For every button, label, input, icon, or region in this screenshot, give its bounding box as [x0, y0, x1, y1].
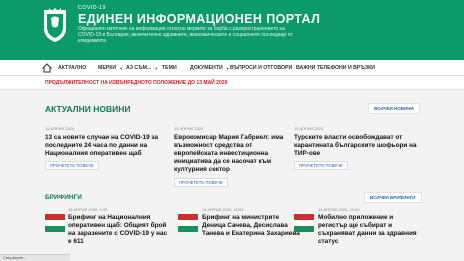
portal-title[interactable]: ЕДИНЕН ИНФОРМАЦИОНЕН ПОРТАЛ	[78, 12, 320, 26]
news-title[interactable]: Турските власти освобождават от карантин…	[294, 134, 422, 158]
nav-item-label: ДОКУМЕНТИ	[190, 65, 223, 71]
alert-ticker: ПРОДЪЛЖИТЕЛНОСТ НА ИЗВЪНРЕДНОТО ПОЛОЖЕНИ…	[0, 76, 464, 90]
briefing-thumbnail[interactable]	[45, 214, 65, 232]
header: COVID-19 ЕДИНЕН ИНФОРМАЦИОНЕН ПОРТАЛ Офи…	[0, 0, 464, 60]
briefings-section-title: БРИФИНГИ	[45, 194, 82, 201]
nav-item-label: АКТУАЛНО	[58, 65, 87, 71]
news-title[interactable]: Еврокомисар Мария Габриел: има възможнос…	[174, 134, 290, 174]
news-date: 15 АПРИЛ 2020	[45, 126, 75, 131]
brand: COVID-19 ЕДИНЕН ИНФОРМАЦИОНЕН ПОРТАЛ Офи…	[78, 5, 320, 44]
read-more-button[interactable]: ПРОЧЕТЕТЕ ПОВЕЧЕ	[294, 161, 348, 170]
nav-item-phones-links[interactable]: ВАЖНИ ТЕЛЕФОНИ И ВРЪЗКИ	[296, 60, 375, 76]
briefing-date: 14 АПРИЛ 2020, 13:00	[318, 207, 360, 212]
nav-item-documents[interactable]: ДОКУМЕНТИ ▼	[190, 60, 230, 76]
main-nav: АКТУАЛНО МЕРКИ ▼ АЗ СЪМ... ▼ ТЕМИ ДОКУМЕ…	[0, 60, 464, 76]
nav-item-label: ТЕМИ	[162, 65, 177, 71]
all-news-link[interactable]: ВСИЧКИ НОВИНИ	[368, 103, 420, 114]
ticker-text[interactable]: ПРОДЪЛЖИТЕЛНОСТ НА ИЗВЪНРЕДНОТО ПОЛОЖЕНИ…	[45, 80, 227, 86]
briefing-thumbnail[interactable]	[178, 214, 198, 232]
chevron-down-icon: ▼	[119, 65, 124, 71]
briefing-date: 15 АПРИЛ 2020, 9:00	[68, 207, 108, 212]
read-more-button[interactable]: ПРОЧЕТЕТЕ ПОВЕЧЕ	[174, 178, 228, 187]
briefing-date: 14 АПРИЛ 2020, 18:00	[202, 207, 244, 212]
brand-kicker: COVID-19	[78, 5, 106, 11]
news-title[interactable]: 13 са новите случаи на COVID-19 за после…	[45, 134, 165, 158]
nav-item-faq[interactable]: ВЪПРОСИ И ОТГОВОРИ	[230, 60, 292, 76]
nav-item-label: МЕРКИ	[98, 65, 117, 71]
browser-status-bar: Свързване...	[0, 254, 70, 261]
briefing-title[interactable]: Мобилно приложение и регистър ще събират…	[318, 214, 422, 246]
nav-item-label: ВАЖНИ ТЕЛЕФОНИ И ВРЪЗКИ	[296, 65, 375, 71]
briefing-thumbnail[interactable]	[294, 214, 314, 232]
nav-item-label: АЗ СЪМ...	[126, 65, 152, 71]
coat-of-arms-logo[interactable]	[40, 6, 70, 43]
briefing-title[interactable]: Брифинг на министрите Деница Сачева, Дес…	[202, 214, 302, 238]
all-briefings-link[interactable]: ВСИЧКИ БРИФИНГИ	[364, 192, 422, 203]
nav-item-topics[interactable]: ТЕМИ	[162, 60, 177, 76]
nav-item-label: ВЪПРОСИ И ОТГОВОРИ	[230, 65, 293, 71]
news-date: 15 АПРИЛ 2020	[294, 126, 324, 131]
portal-description: Официален източник на информация относно…	[78, 26, 293, 44]
news-section-title: АКТУАЛНИ НОВИНИ	[45, 104, 131, 114]
nav-item-current[interactable]: АКТУАЛНО	[58, 60, 86, 76]
news-date: 15 АПРИЛ 2020	[174, 126, 204, 131]
read-more-button[interactable]: ПРОЧЕТЕТЕ ПОВЕЧЕ	[45, 161, 99, 170]
briefing-title[interactable]: Брифинг на Националния оперативен щаб: О…	[68, 214, 168, 246]
home-icon[interactable]	[42, 63, 52, 73]
nav-item-measures[interactable]: МЕРКИ ▼	[98, 60, 123, 76]
nav-item-i-am[interactable]: АЗ СЪМ... ▼	[126, 60, 158, 76]
chevron-down-icon: ▼	[154, 65, 159, 71]
